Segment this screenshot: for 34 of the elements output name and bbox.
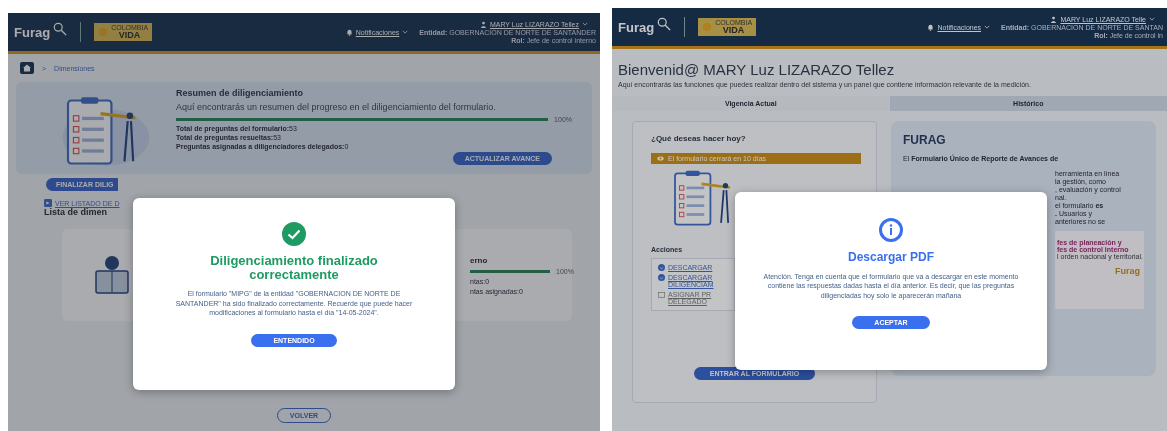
dimension-title: erno	[470, 255, 489, 265]
magnifier-icon	[657, 17, 672, 31]
furag-logo: Furag	[14, 24, 51, 40]
check-icon	[282, 222, 306, 246]
furag-logo: Furag	[1115, 266, 1140, 276]
brand-word: VIDA	[118, 30, 141, 41]
folder-icon	[658, 291, 665, 298]
summary-description: Aquí encontrarás un resumen del progreso en el diligenciamiento del formulario.	[176, 102, 497, 112]
summary-title: Resumen de diligenciamiento	[176, 88, 305, 98]
caret-icon	[402, 30, 409, 34]
home-icon[interactable]	[20, 62, 34, 74]
sun-icon	[702, 22, 713, 32]
info-icon	[879, 218, 903, 242]
modal-title: Descargar PDF	[847, 250, 934, 264]
modal-title: Diligenciamiento finalizado correctamente	[209, 254, 379, 282]
brand-word: VIDA	[722, 25, 745, 36]
user-icon	[1050, 15, 1058, 23]
welcome-title: Bienvenid@ MARY Luz LIZARAZO Tellez	[618, 61, 895, 78]
list-icon	[44, 199, 52, 207]
card-title: ¿Qué deseas hacer hoy?	[651, 134, 747, 143]
list-title: Lista de dimen	[44, 207, 107, 217]
caret-icon	[984, 25, 991, 29]
furag-logo: Furag	[618, 19, 655, 35]
bell-icon	[345, 28, 353, 36]
caret-icon	[582, 22, 588, 26]
bell-icon	[927, 23, 935, 31]
card-title: FURAG	[903, 133, 947, 147]
reading-person-icon	[92, 253, 132, 297]
sun-icon	[98, 27, 109, 37]
download-icon	[658, 264, 665, 271]
download-icon	[658, 274, 665, 281]
caret-icon	[1149, 17, 1155, 21]
user-icon	[479, 20, 487, 28]
magnifier-icon	[53, 22, 68, 36]
